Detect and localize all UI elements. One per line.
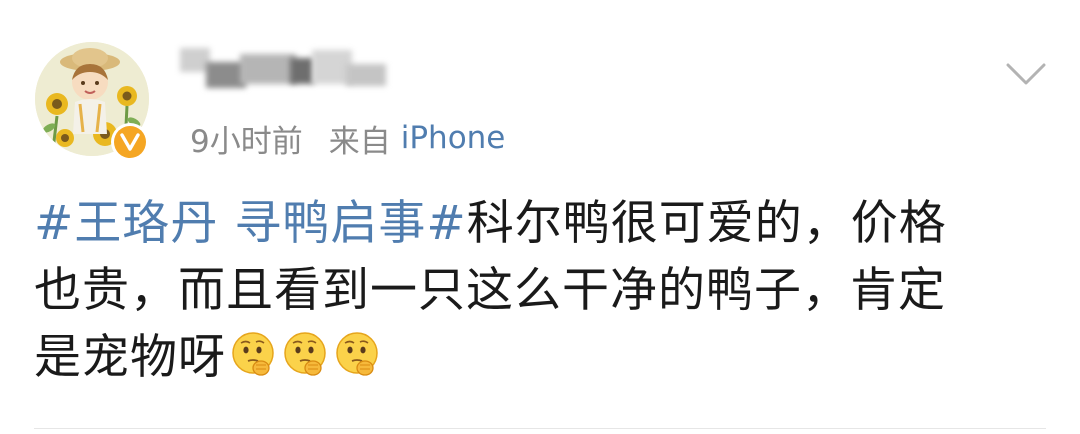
post-menu-button[interactable] bbox=[1002, 60, 1050, 88]
thinking-face-emoji-icon bbox=[332, 329, 382, 379]
weibo-post-card: 9小时前 来自 iPhone #王珞丹 寻鸭启事#科尔鸭很可爱的，价格 也贵，而… bbox=[0, 0, 1080, 434]
post-content: #王珞丹 寻鸭启事#科尔鸭很可爱的，价格 也贵，而且看到一只这么干净的鸭子，肯定… bbox=[34, 190, 1044, 391]
chevron-down-icon bbox=[1006, 63, 1046, 85]
thinking-face-emoji-icon bbox=[228, 329, 278, 379]
verified-badge bbox=[111, 123, 149, 161]
content-text: 科尔鸭很可爱的，价格 bbox=[466, 196, 947, 251]
thinking-face-emoji-icon bbox=[280, 329, 330, 379]
content-text: 是宠物呀 bbox=[34, 330, 226, 385]
verified-v-icon bbox=[114, 126, 146, 158]
post-time: 9小时前 bbox=[190, 123, 303, 160]
post-meta: 9小时前 来自 iPhone bbox=[190, 113, 505, 163]
post-source-link[interactable]: iPhone bbox=[401, 120, 506, 156]
author-username-redacted[interactable] bbox=[178, 40, 402, 96]
post-source-label: 来自 bbox=[328, 123, 391, 160]
content-line-3: 是宠物呀 bbox=[34, 324, 1044, 391]
hashtag-link[interactable]: #王珞丹 寻鸭启事# bbox=[34, 196, 467, 251]
content-line-1: #王珞丹 寻鸭启事#科尔鸭很可爱的，价格 bbox=[34, 190, 1044, 257]
content-line-2: 也贵，而且看到一只这么干净的鸭子，肯定 bbox=[34, 263, 946, 318]
post-divider bbox=[34, 428, 1046, 429]
